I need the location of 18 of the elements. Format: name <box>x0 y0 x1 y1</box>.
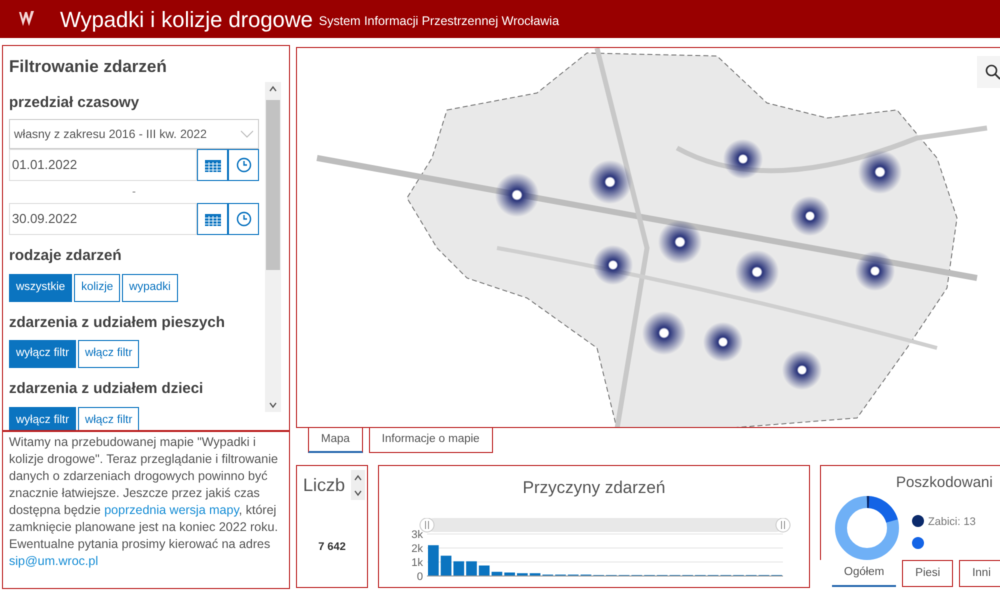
axis-label: 2k <box>411 543 423 555</box>
card-title: Liczb <box>303 474 346 497</box>
section-heading: rodzaje zdarzeń <box>9 246 123 266</box>
section-heading: zdarzenia z udziałem pieszych <box>9 312 226 332</box>
legend-label: Zabici: 13 <box>928 515 976 530</box>
range-separator: - <box>132 184 136 200</box>
section-heading: przedział czasowy <box>9 92 140 112</box>
card-title: Poszkodowani <box>896 473 993 493</box>
panel-title: Filtrowanie zdarzeń <box>8 56 168 78</box>
axis-label: 1k <box>411 557 423 569</box>
count-value: 7 642 <box>317 540 347 555</box>
axis-label: 0 <box>416 571 423 583</box>
app-subtitle: System Informacji Przestrzennej Wrocławia <box>318 12 560 30</box>
app-title: Wypadki i kolizje drogowe <box>60 6 313 34</box>
chart-title: Przyczyny zdarzeń <box>522 477 666 499</box>
section-heading: zdarzenia z udziałem dzieci <box>9 379 204 399</box>
axis-label: 3k <box>411 529 423 541</box>
welcome-paragraph: Witamy na przebudowanej mapie "Wypadki i kolizje drogowe". Teraz przeglądanie i filtrowanie danych o zdarzeniach drogowych powinno być znacznie łatwiejsze. Jeszcze przez jakiś czas dostępna będzie poprzednia wersja mapy, której zamknięcie planowane jest na koniec 2022 roku. Ewentualne pytania prosimy kierować na adres sip@um.wroc.pl <box>9 434 279 570</box>
